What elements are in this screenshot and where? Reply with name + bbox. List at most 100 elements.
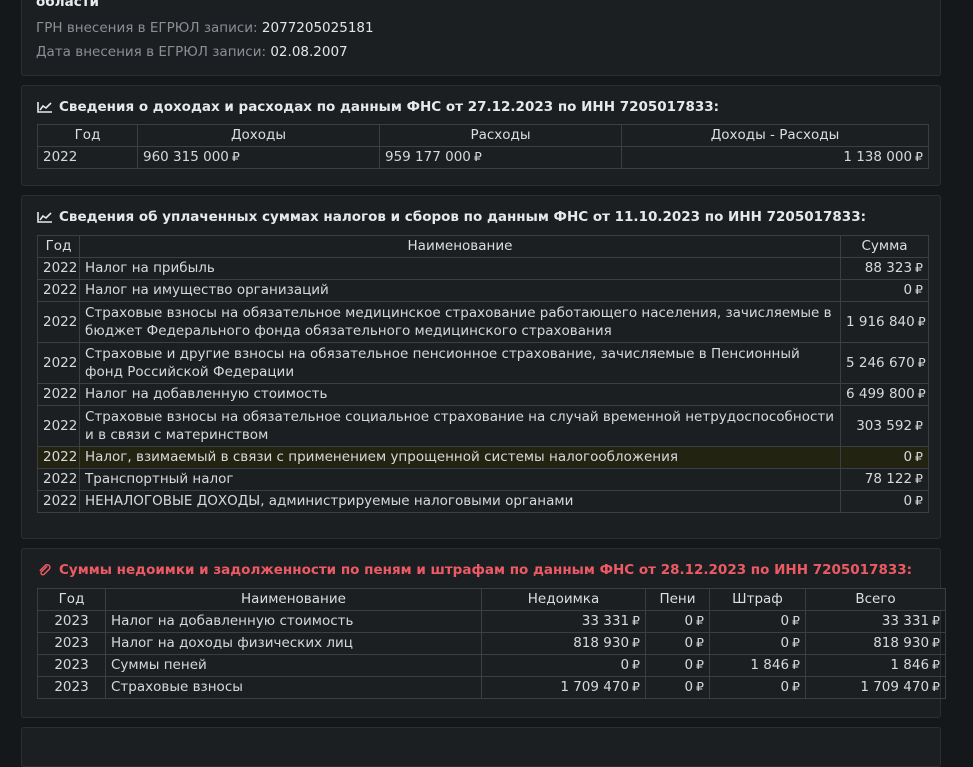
expense-cell: 959 177 000 ₽ xyxy=(379,146,622,169)
name-cell: Транспортный налог xyxy=(79,468,841,491)
col-diff: Доходы - Расходы xyxy=(621,124,929,147)
table-row: 2023 Налог на доходы физических лиц 818 … xyxy=(37,632,946,655)
table-row: 2023 Страховые взносы 1 709 470 ₽ 0 ₽ 0 ₽ 1… xyxy=(37,676,946,699)
penalty-cell: 0 ₽ xyxy=(645,654,710,677)
income-title: Сведения о доходах и расходах по данным … xyxy=(59,99,720,115)
col-year: Год xyxy=(37,588,106,611)
name-cell: Налог на прибыль xyxy=(79,257,841,280)
arrears-cell: 0 ₽ xyxy=(481,654,646,677)
table-row: 2022 Страховые взносы на обязательное ме… xyxy=(37,301,929,343)
year-cell: 2023 xyxy=(37,610,106,633)
name-cell: Налог на имущество организаций xyxy=(79,279,841,302)
sum-cell: 0 ₽ xyxy=(840,279,929,302)
taxes-heading: Сведения об уплаченных суммах налогов и … xyxy=(37,209,866,225)
table-row: 2022 Страховые взносы на обязательное со… xyxy=(37,405,929,447)
sum-cell: 0 ₽ xyxy=(840,490,929,513)
sum-cell: 5 246 670 ₽ xyxy=(840,342,929,384)
table-row: 2023 Налог на добавленную стоимость 33 3… xyxy=(37,610,946,633)
col-year: Год xyxy=(37,235,80,258)
arrears-cell: 818 930 ₽ xyxy=(481,632,646,655)
total-cell: 1 709 470 ₽ xyxy=(805,676,946,699)
penalty-cell: 0 ₽ xyxy=(645,632,710,655)
income-heading: Сведения о доходах и расходах по данным … xyxy=(37,99,719,115)
sum-cell: 6 499 800 ₽ xyxy=(840,383,929,406)
col-name: Наименование xyxy=(105,588,482,611)
taxes-card: Сведения об уплаченных суммах налогов и … xyxy=(21,195,941,539)
year-cell: 2022 xyxy=(37,405,80,447)
fine-cell: 0 ₽ xyxy=(709,632,806,655)
name-cell: Страховые взносы на обязательное медицин… xyxy=(79,301,841,343)
total-cell: 1 846 ₽ xyxy=(805,654,946,677)
chart-line-icon xyxy=(37,102,52,113)
name-cell: Страховые взносы на обязательное социаль… xyxy=(79,405,841,447)
income-card: Сведения о доходах и расходах по данным … xyxy=(21,85,941,186)
date-line: Дата внесения в ЕГРЮЛ записи: 02.08.2007 xyxy=(36,44,348,60)
sum-cell: 303 592 ₽ xyxy=(840,405,929,447)
income-table: Год Доходы Расходы Доходы - Расходы 2022… xyxy=(37,124,929,169)
arrears-cell: 1 709 470 ₽ xyxy=(481,676,646,699)
year-cell: 2022 xyxy=(37,146,138,169)
table-row: 2023 Суммы пеней 0 ₽ 0 ₽ 1 846 ₽ 1 846 ₽ xyxy=(37,654,946,677)
year-cell: 2022 xyxy=(37,342,80,384)
name-cell: Суммы пеней xyxy=(105,654,482,677)
table-row: 2022 Транспортный налог 78 122 ₽ xyxy=(37,468,929,491)
next-card xyxy=(21,727,941,767)
registration-card: области ГРН внесения в ЕГРЮЛ записи: 207… xyxy=(21,0,941,76)
fine-cell: 0 ₽ xyxy=(709,676,806,699)
name-cell: Налог на добавленную стоимость xyxy=(79,383,841,406)
year-cell: 2022 xyxy=(37,279,80,302)
penalty-cell: 0 ₽ xyxy=(645,676,710,699)
total-cell: 818 930 ₽ xyxy=(805,632,946,655)
fine-cell: 1 846 ₽ xyxy=(709,654,806,677)
year-cell: 2022 xyxy=(37,301,80,343)
debts-title: Суммы недоимки и задолженности по пеням … xyxy=(59,562,913,578)
grn-label: ГРН внесения в ЕГРЮЛ записи: xyxy=(36,20,258,36)
name-cell: Налог, взимаемый в связи с применением у… xyxy=(79,446,841,469)
income-cell: 960 315 000 ₽ xyxy=(137,146,380,169)
debts-heading: Суммы недоимки и задолженности по пеням … xyxy=(37,562,912,578)
col-income: Доходы xyxy=(137,124,380,147)
year-cell: 2023 xyxy=(37,676,106,699)
name-cell: Налог на добавленную стоимость xyxy=(105,610,482,633)
year-cell: 2022 xyxy=(37,490,80,513)
name-cell: НЕНАЛОГОВЫЕ ДОХОДЫ, администрируемые нал… xyxy=(79,490,841,513)
year-cell: 2022 xyxy=(37,383,80,406)
col-fine: Штраф xyxy=(709,588,806,611)
fine-cell: 0 ₽ xyxy=(709,610,806,633)
total-cell: 33 331 ₽ xyxy=(805,610,946,633)
col-sum: Сумма xyxy=(840,235,929,258)
paperclip-icon xyxy=(39,564,51,576)
table-row-highlighted: 2022 Налог, взимаемый в связи с применен… xyxy=(37,446,929,469)
date-value: 02.08.2007 xyxy=(270,44,348,60)
table-row: 2022 Налог на имущество организаций 0 ₽ xyxy=(37,279,929,302)
table-row: 2022 Страховые и другие взносы на обязат… xyxy=(37,342,929,384)
col-penalty: Пени xyxy=(645,588,710,611)
grn-value: 2077205025181 xyxy=(261,20,374,36)
name-cell: Страховые взносы xyxy=(105,676,482,699)
region-text: области xyxy=(36,0,99,10)
name-cell: Налог на доходы физических лиц xyxy=(105,632,482,655)
sum-cell: 78 122 ₽ xyxy=(840,468,929,491)
year-cell: 2023 xyxy=(37,632,106,655)
debts-card: Суммы недоимки и задолженности по пеням … xyxy=(21,548,946,718)
year-cell: 2023 xyxy=(37,654,106,677)
date-label: Дата внесения в ЕГРЮЛ записи: xyxy=(36,44,267,60)
year-cell: 2022 xyxy=(37,446,80,469)
col-expense: Расходы xyxy=(379,124,622,147)
chart-line-icon xyxy=(37,212,52,223)
taxes-table: Год Наименование Сумма 2022 Налог на при… xyxy=(37,235,929,513)
col-total: Всего xyxy=(805,588,946,611)
diff-cell: 1 138 000 ₽ xyxy=(621,146,929,169)
col-name: Наименование xyxy=(79,235,841,258)
sum-cell: 1 916 840 ₽ xyxy=(840,301,929,343)
name-cell: Страховые и другие взносы на обязательно… xyxy=(79,342,841,384)
penalty-cell: 0 ₽ xyxy=(645,610,710,633)
year-cell: 2022 xyxy=(37,468,80,491)
table-row: 2022 960 315 000 ₽ 959 177 000 ₽ 1 138 000… xyxy=(37,146,929,169)
col-arrears: Недоимка xyxy=(481,588,646,611)
year-cell: 2022 xyxy=(37,257,80,280)
grn-line: ГРН внесения в ЕГРЮЛ записи: 20772050251… xyxy=(36,20,374,36)
table-row: 2022 Налог на прибыль 88 323 ₽ xyxy=(37,257,929,280)
taxes-title: Сведения об уплаченных суммах налогов и … xyxy=(59,209,866,225)
debts-table: Год Наименование Недоимка Пени Штраф Все… xyxy=(37,588,946,699)
